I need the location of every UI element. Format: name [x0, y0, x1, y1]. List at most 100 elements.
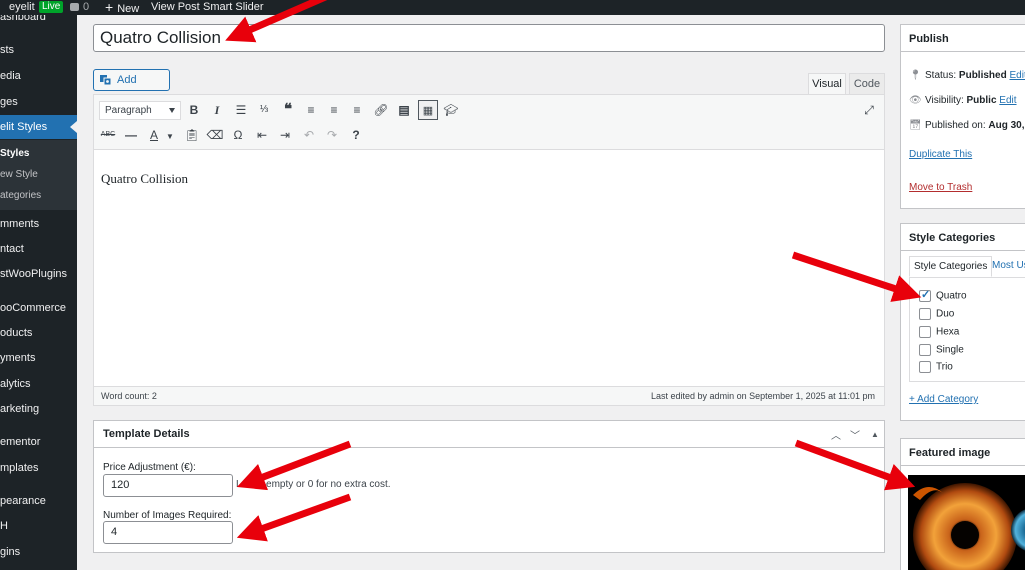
move-to-trash-link[interactable]: Move to Trash	[909, 182, 972, 193]
template-details-title: Template Details	[103, 428, 190, 440]
sidebar-item-marketing[interactable]: arketing	[0, 397, 77, 421]
special-character-icon[interactable]: Ω	[228, 125, 248, 145]
tab-code[interactable]: Code	[849, 73, 885, 95]
admin-sidebar: ashboard sts edia ges elit Styles Styles…	[0, 0, 77, 570]
numbered-list-icon[interactable]: ⅓	[254, 100, 274, 120]
submenu-item-label: Styles	[0, 148, 30, 159]
strikethrough-icon[interactable]: ABC	[98, 125, 118, 145]
tab-most-used[interactable]: Most Us	[988, 256, 1025, 277]
sidebar-item-contact[interactable]: ntact	[0, 237, 77, 261]
sidebar-item-eyelit-styles[interactable]: elit Styles	[0, 115, 77, 139]
price-adjustment-input[interactable]: 120	[103, 474, 233, 497]
graduation-cap-icon[interactable]: 🎓︎	[441, 100, 461, 120]
sidebar-item-label: mments	[0, 218, 40, 230]
checkbox[interactable]	[919, 288, 931, 302]
italic-icon[interactable]: I	[207, 100, 227, 120]
site-name-link[interactable]: eyelit	[9, 1, 35, 14]
sidebar-item-label: elit Styles	[0, 121, 48, 133]
sidebar-item-templates[interactable]: mplates	[0, 456, 77, 480]
align-right-icon[interactable]: ≡	[347, 100, 367, 120]
bold-icon[interactable]: B	[184, 100, 204, 120]
sidebar-item-woocommerce[interactable]: ooCommerce	[0, 296, 77, 320]
status-label: Status:	[925, 70, 957, 81]
help-icon[interactable]: ?	[346, 125, 366, 145]
editor-content-area[interactable]: Quatro Collision	[94, 151, 884, 373]
category-label: Quatro	[936, 290, 967, 302]
read-more-icon[interactable]: ▤	[394, 100, 414, 120]
checkbox[interactable]	[919, 361, 931, 373]
sidebar-item-comments[interactable]: mments	[0, 212, 77, 236]
post-title-input[interactable]: Quatro Collision	[93, 24, 885, 52]
featured-image-title: Featured image	[909, 447, 991, 459]
category-label: Duo	[936, 308, 955, 320]
category-item[interactable]: Trio	[919, 361, 953, 373]
chevron-up-icon[interactable]: ︿	[828, 427, 844, 442]
sidebar-item-bestwooplugins[interactable]: stWooPlugins	[0, 262, 77, 286]
comments-link[interactable]: 0	[70, 1, 89, 14]
editor-status-bar: Word count: 2 Last edited by admin on Se…	[94, 386, 884, 405]
sidebar-item-products[interactable]: oducts	[0, 321, 77, 345]
sidebar-item-pages[interactable]: ges	[0, 90, 77, 114]
category-item[interactable]: Quatro	[919, 288, 967, 302]
smart-slider-link[interactable]: Smart Slider	[203, 1, 264, 14]
comment-icon	[70, 3, 79, 12]
visibility-edit-link[interactable]: Edit	[999, 95, 1016, 106]
paste-text-icon[interactable]: 📋︎	[182, 125, 202, 145]
checkbox[interactable]	[919, 344, 931, 356]
clear-formatting-icon[interactable]: ⌫	[205, 125, 225, 145]
align-left-icon[interactable]: ≡	[301, 100, 321, 120]
pin-icon: 📍︎	[909, 70, 922, 81]
eye-image	[908, 475, 1025, 570]
style-categories-title: Style Categories	[909, 232, 996, 244]
undo-icon[interactable]: ↶	[299, 125, 319, 145]
add-category-link[interactable]: + Add Category	[909, 394, 978, 405]
sidebar-item-elementor[interactable]: ementor	[0, 430, 77, 454]
comment-count: 0	[83, 1, 90, 13]
sidebar-item-payments[interactable]: yments	[0, 346, 77, 370]
sidebar-item-ih[interactable]: H	[0, 514, 77, 538]
category-item[interactable]: Single	[919, 344, 964, 356]
published-on-value: Aug 30, 2	[988, 120, 1025, 131]
duplicate-link[interactable]: Duplicate This	[909, 149, 972, 160]
view-post-link[interactable]: View Post	[151, 1, 200, 14]
redo-icon[interactable]: ↷	[322, 125, 342, 145]
sidebar-item-media[interactable]: edia	[0, 64, 77, 88]
images-required-input[interactable]: 4	[103, 521, 233, 544]
sidebar-item-label: mplates	[0, 462, 39, 474]
publish-header: Publish	[901, 25, 1025, 52]
submenu-item-categories[interactable]: ategories	[0, 186, 77, 206]
bullet-list-icon[interactable]: ☰	[231, 100, 251, 120]
checkbox[interactable]	[919, 326, 931, 338]
indent-icon[interactable]: ⇥	[275, 125, 295, 145]
submenu-item-new-style[interactable]: ew Style	[0, 165, 77, 185]
horizontal-line-icon[interactable]: —	[121, 125, 141, 145]
add-media-button[interactable]: Add Media	[93, 69, 170, 106]
align-center-icon[interactable]: ≡	[324, 100, 344, 120]
format-select[interactable]: Paragraph	[99, 101, 181, 120]
blockquote-icon[interactable]: ❝	[278, 100, 298, 120]
template-details-box: Template Details ︿ ﹀ ▲ Price Adjustment …	[93, 420, 885, 553]
category-item[interactable]: Duo	[919, 308, 954, 320]
featured-image[interactable]	[908, 475, 1025, 570]
sidebar-item-appearance[interactable]: pearance	[0, 489, 77, 513]
checkbox[interactable]	[919, 308, 931, 320]
media-icon	[100, 75, 112, 86]
link-icon[interactable]: 🔗︎	[371, 100, 391, 120]
toolbar-toggle-icon[interactable]: ▦	[418, 100, 438, 120]
toggle-panel-icon[interactable]: ▲	[867, 430, 883, 439]
outdent-icon[interactable]: ⇤	[252, 125, 272, 145]
new-link[interactable]: + New	[105, 0, 139, 16]
chevron-down-icon[interactable]: ﹀	[847, 427, 863, 442]
tab-all-categories[interactable]: Style Categories	[909, 256, 993, 277]
sidebar-item-plugins[interactable]: gins	[0, 540, 77, 564]
submenu-item-styles[interactable]: Styles	[0, 144, 77, 164]
chevron-down-icon[interactable]: ▼	[160, 127, 180, 147]
status-edit-link[interactable]: Edit	[1010, 70, 1025, 81]
style-categories-header: Style Categories	[901, 224, 1025, 251]
editor-toolbar: Paragraph B I ☰ ⅓ ❝ ≡ ≡ ≡ 🔗︎ ▤ ▦ 🎓︎ ⤢ AB…	[94, 95, 884, 150]
tab-visual[interactable]: Visual	[808, 73, 846, 95]
category-item[interactable]: Hexa	[919, 326, 959, 338]
sidebar-item-analytics[interactable]: alytics	[0, 372, 77, 396]
sidebar-item-posts[interactable]: sts	[0, 38, 77, 62]
fullscreen-icon[interactable]: ⤢	[859, 100, 879, 120]
